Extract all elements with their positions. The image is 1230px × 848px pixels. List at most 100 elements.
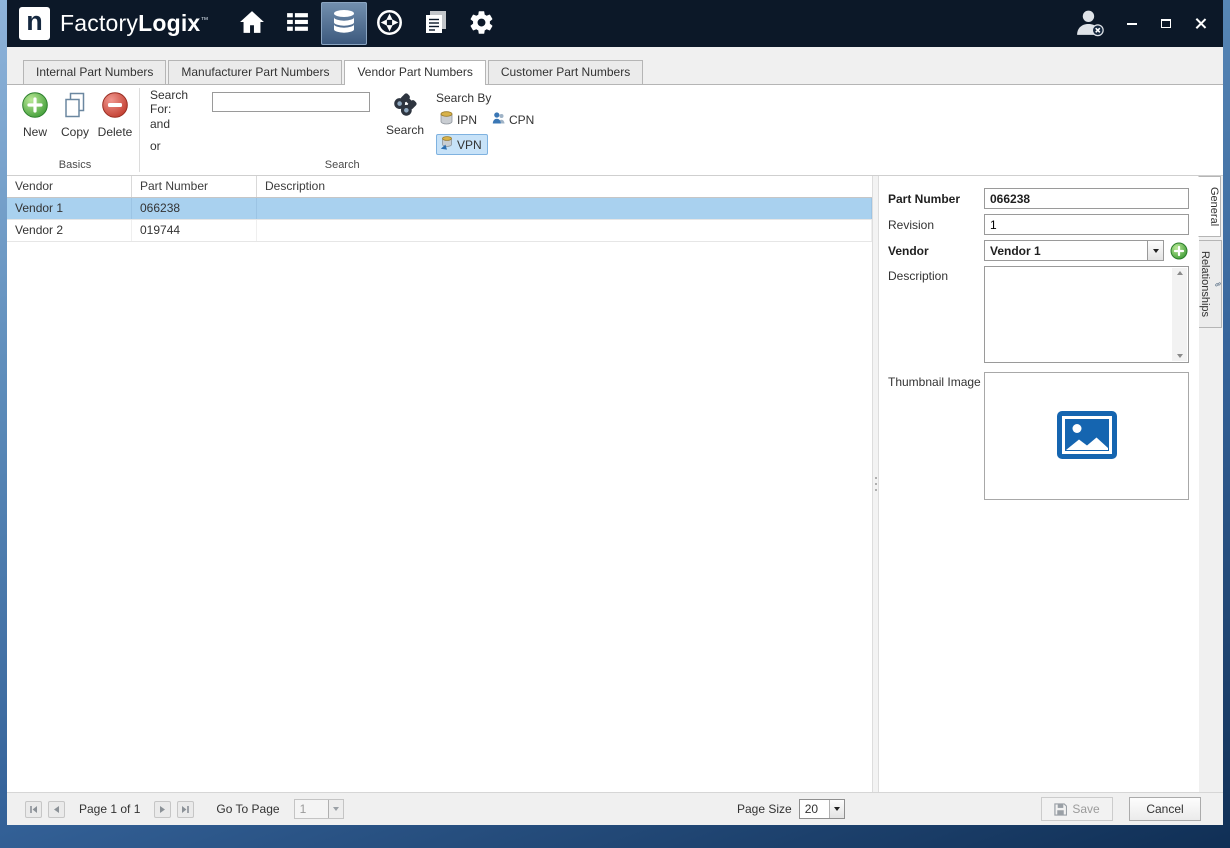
delete-button[interactable]: Delete: [95, 85, 135, 157]
brand-factory: Factory: [60, 10, 138, 36]
panel-splitter[interactable]: [872, 176, 879, 792]
chevron-down-icon: [834, 807, 840, 811]
details-panel: Part Number Revision Vendor Vendor 1: [879, 176, 1199, 792]
pager: Page 1 of 1 Go To Page 1: [25, 793, 344, 825]
vendor-part-grid: Vendor Part Number Description Vendor 1 …: [7, 176, 872, 792]
gear-icon: [468, 9, 495, 39]
nav-settings[interactable]: [459, 2, 505, 45]
part-number-field[interactable]: [984, 188, 1189, 209]
page-size-value: 20: [800, 802, 829, 816]
cell-vendor: Vendor 1: [7, 198, 132, 219]
save-button[interactable]: Save: [1041, 797, 1113, 821]
page-size-label: Page Size: [737, 802, 792, 816]
search-by-section: Search By IPN: [436, 85, 540, 157]
page-size-select[interactable]: 20: [799, 799, 845, 819]
chevron-down-icon: [1153, 249, 1159, 253]
nav-reports[interactable]: [413, 2, 459, 45]
column-header-vendor[interactable]: Vendor: [7, 176, 132, 197]
cpn-label: CPN: [509, 113, 534, 127]
link-icon: [1215, 279, 1221, 290]
page-size-section: Page Size 20: [737, 793, 845, 825]
go-to-page-label: Go To Page: [216, 802, 279, 816]
search-fields: Search For: and or: [150, 85, 370, 157]
nav-production[interactable]: [275, 2, 321, 45]
vpn-label: VPN: [457, 138, 482, 152]
previous-page-button[interactable]: [48, 801, 65, 818]
search-input[interactable]: [212, 92, 370, 112]
ribbon-separator: [139, 88, 140, 172]
detail-side-tabs: General Relationships: [1199, 176, 1223, 792]
cell-part-number: 019744: [132, 220, 257, 241]
column-header-description[interactable]: Description: [257, 176, 872, 197]
tab-manufacturer-part-numbers[interactable]: Manufacturer Part Numbers: [168, 60, 342, 84]
go-to-page-value: 1: [295, 802, 328, 816]
brand-title: FactoryLogix™: [60, 10, 209, 37]
first-page-button[interactable]: [25, 801, 42, 818]
table-row[interactable]: Vendor 2 019744: [7, 220, 872, 242]
search-by-vpn[interactable]: VPN: [436, 134, 488, 155]
description-scrollbar[interactable]: [1172, 268, 1187, 361]
ipn-label: IPN: [457, 113, 477, 127]
part-number-tabs: Internal Part Numbers Manufacturer Part …: [7, 47, 1223, 84]
search-by-label: Search By: [436, 91, 540, 105]
nav-part-numbers[interactable]: [321, 2, 367, 45]
cell-description: [257, 198, 872, 219]
search-by-ipn[interactable]: IPN: [436, 109, 483, 130]
new-label: New: [23, 125, 47, 139]
titlebar-right: [1074, 8, 1211, 40]
search-and-label: and: [150, 117, 170, 131]
last-page-button[interactable]: [177, 801, 194, 818]
thumbnail-label: Thumbnail Image: [888, 372, 984, 389]
next-page-button[interactable]: [154, 801, 171, 818]
search-by-cpn[interactable]: CPN: [488, 109, 540, 130]
side-tab-relationships[interactable]: Relationships: [1199, 240, 1222, 328]
minimize-button[interactable]: [1125, 17, 1139, 31]
image-placeholder-icon: [1056, 410, 1118, 463]
revision-field[interactable]: [984, 214, 1189, 235]
nav-dispatch[interactable]: [367, 2, 413, 45]
tab-customer-part-numbers[interactable]: Customer Part Numbers: [488, 60, 643, 84]
vendor-label: Vendor: [888, 244, 984, 258]
tab-internal-part-numbers[interactable]: Internal Part Numbers: [23, 60, 166, 84]
scroll-down-icon[interactable]: [1177, 354, 1183, 358]
column-header-part-number[interactable]: Part Number: [132, 176, 257, 197]
thumbnail-image-box[interactable]: [984, 372, 1189, 500]
splitter-grip: [875, 489, 877, 491]
user-logout-icon[interactable]: [1074, 8, 1105, 40]
window-frame: n FactoryLogix™: [0, 0, 1230, 848]
copy-label: Copy: [61, 125, 89, 139]
ipn-icon: [440, 111, 453, 128]
copy-button[interactable]: Copy: [55, 85, 95, 157]
last-page-icon: [181, 805, 190, 814]
app-window: n FactoryLogix™: [7, 0, 1223, 825]
go-to-page-arrow: [328, 800, 343, 818]
chevron-down-icon: [333, 807, 339, 811]
grid-icon: [285, 10, 310, 38]
description-field[interactable]: [984, 266, 1189, 363]
search-or-label: or: [150, 139, 161, 153]
vendor-select-arrow[interactable]: [1147, 241, 1163, 260]
search-group: Search For: and or Search Search By: [144, 85, 540, 175]
vendor-select[interactable]: Vendor 1: [984, 240, 1164, 261]
ribbon: New Copy Delete Basics: [7, 84, 1223, 176]
side-tab-relationships-label: Relationships: [1199, 251, 1211, 317]
maximize-button[interactable]: [1159, 17, 1173, 31]
cancel-label: Cancel: [1146, 802, 1183, 816]
side-tab-general[interactable]: General: [1198, 176, 1221, 237]
add-vendor-button[interactable]: [1170, 242, 1188, 260]
tab-vendor-part-numbers[interactable]: Vendor Part Numbers: [344, 60, 485, 85]
search-group-label: Search: [144, 157, 540, 175]
titlebar: n FactoryLogix™: [7, 0, 1223, 47]
page-size-arrow[interactable]: [829, 800, 844, 818]
home-icon: [239, 10, 265, 37]
vendor-select-value: Vendor 1: [985, 244, 1147, 258]
new-button[interactable]: New: [15, 85, 55, 157]
cancel-button[interactable]: Cancel: [1129, 797, 1201, 821]
go-to-page-select[interactable]: 1: [294, 799, 344, 819]
search-button[interactable]: Search: [380, 85, 430, 157]
nav-home[interactable]: [229, 2, 275, 45]
close-button[interactable]: [1193, 17, 1207, 31]
brand-logix: Logix: [138, 10, 200, 36]
scroll-up-icon[interactable]: [1177, 271, 1183, 275]
table-row[interactable]: Vendor 1 066238: [7, 198, 872, 220]
